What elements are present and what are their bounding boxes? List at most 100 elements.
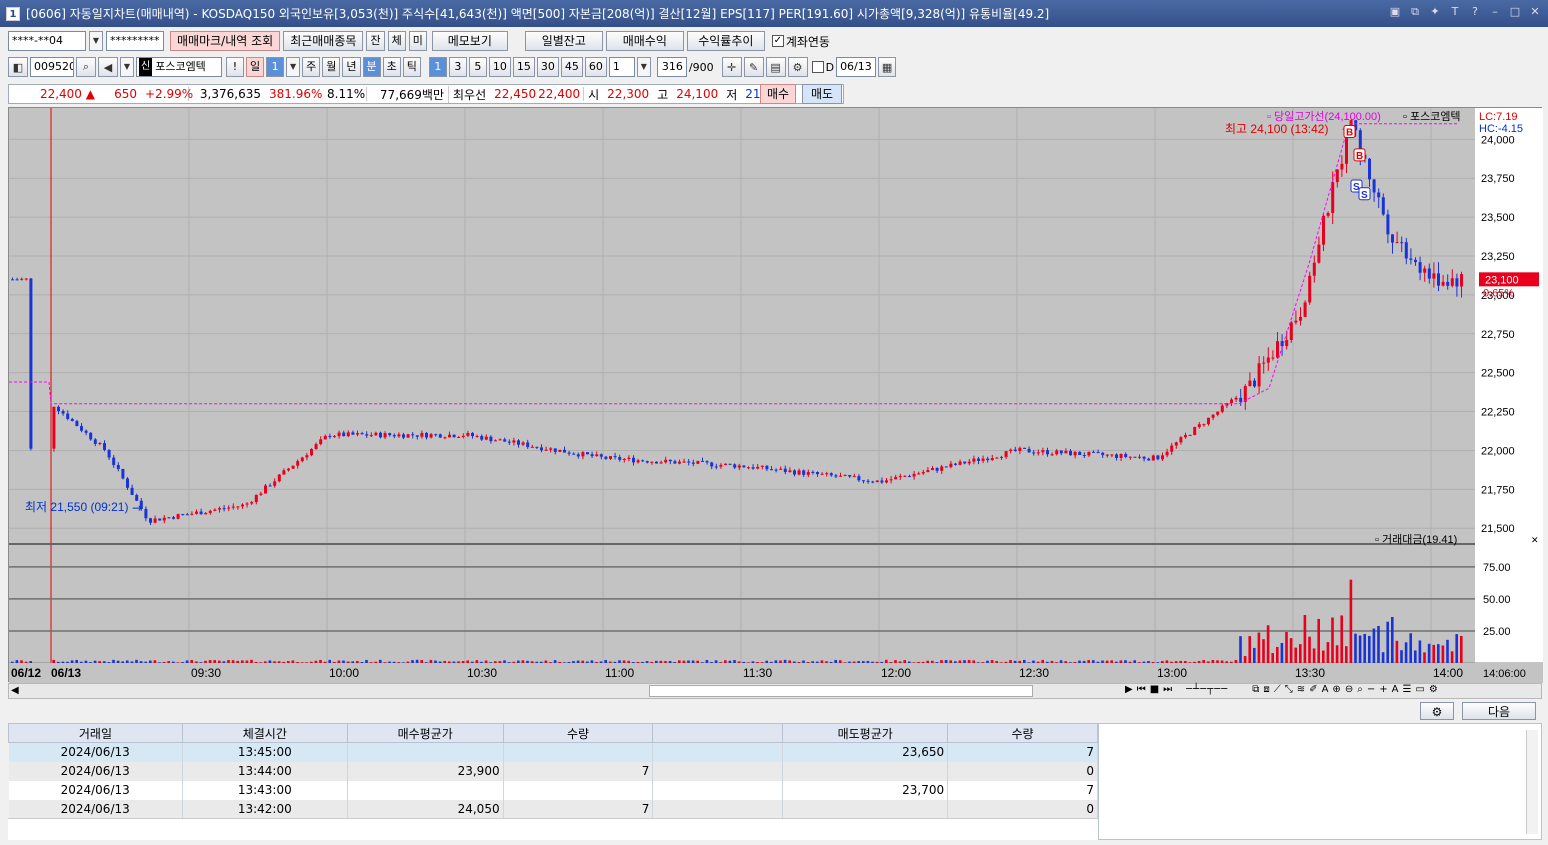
- list-icon[interactable]: ☰: [1402, 684, 1411, 695]
- period-year-button[interactable]: 년: [342, 57, 361, 77]
- info-button[interactable]: !: [226, 57, 244, 77]
- minimize-icon[interactable]: –: [1488, 4, 1502, 20]
- table-row[interactable]: 2024/06/13 13:42:00 24,050 7 0: [8, 799, 1098, 819]
- app-window: 1 [0606] 자동일지차트(매매내역) - KOSDAQ150 외국인보유[…: [0, 0, 1548, 845]
- min-opt-3[interactable]: 3: [448, 57, 467, 77]
- period-day-button[interactable]: 일: [246, 57, 265, 77]
- period-day-num[interactable]: 1: [266, 57, 285, 77]
- calendar-icon[interactable]: ▦: [878, 57, 897, 77]
- save-icon[interactable]: ▤: [765, 57, 786, 77]
- line-tool-icon[interactable]: ⟋: [1274, 684, 1281, 695]
- layout-tool-icon[interactable]: ⧉: [1252, 684, 1259, 695]
- copy-window-icon[interactable]: ⧉: [1408, 4, 1422, 20]
- copy-tool-icon[interactable]: ⧈: [1263, 684, 1269, 695]
- candle-body: [1303, 302, 1307, 317]
- stock-list-icon[interactable]: ◧: [8, 57, 28, 77]
- zoom-in-icon[interactable]: ⊕: [1332, 684, 1340, 695]
- account-link-checkbox[interactable]: ✓ 계좌연동: [771, 33, 830, 50]
- plus-icon[interactable]: +: [1379, 684, 1387, 695]
- d-checkbox[interactable]: [811, 61, 824, 73]
- chart-scrollbar[interactable]: ◀ ▶ ⏮ ■ ⏭ ─┴─┬── ⧉ ⧈ ⟋ ⤡ ≋ ✐ A ⊕ ⊖ ⌕ − +…: [8, 683, 1542, 699]
- search-icon[interactable]: ⌕: [76, 57, 96, 77]
- maximize-icon[interactable]: □: [1508, 4, 1522, 20]
- trend-tool-icon[interactable]: ⤡: [1285, 684, 1293, 695]
- col-buy-qty[interactable]: 수량: [502, 723, 654, 743]
- daily-balance-button[interactable]: 일별잔고: [524, 31, 603, 51]
- first-icon[interactable]: ⏮: [1137, 684, 1146, 695]
- col-sell-qty[interactable]: 수량: [947, 723, 1098, 743]
- draw-tool-icon[interactable]: ✎: [743, 57, 764, 77]
- fibo-tool-icon[interactable]: ≋: [1297, 684, 1305, 695]
- font-icon[interactable]: T: [1448, 4, 1462, 20]
- font-tool-icon[interactable]: A: [1392, 684, 1399, 695]
- min-opt-45[interactable]: 45: [560, 57, 583, 77]
- period-tick-button[interactable]: 틱: [402, 57, 421, 77]
- col-buy-avg[interactable]: 매수평균가: [346, 723, 504, 743]
- min-custom-input[interactable]: 1: [608, 57, 635, 77]
- min-opt-60[interactable]: 60: [584, 57, 607, 77]
- scroll-right-icon[interactable]: ▶: [1125, 684, 1133, 695]
- window-tool-icon[interactable]: ▭: [1415, 684, 1424, 695]
- settings-tool-icon[interactable]: ⚙: [1429, 684, 1438, 695]
- col-trade-date[interactable]: 거래일: [8, 723, 183, 743]
- minus-icon[interactable]: −: [1367, 684, 1375, 695]
- balance-button[interactable]: 잔: [366, 31, 385, 51]
- chart-area[interactable]: 24,000 23,750 23,500 23,250 23,000 22,750 22,5…: [8, 107, 1543, 683]
- min-custom-dropdown-icon[interactable]: ▼: [636, 57, 651, 77]
- unfilled-button[interactable]: 미: [408, 31, 427, 51]
- stock-code-input[interactable]: 009520: [30, 57, 74, 77]
- profit-trend-button[interactable]: 수익률추이: [686, 31, 765, 51]
- table-row[interactable]: 2024/06/13 13:44:00 23,900 7 0: [8, 761, 1098, 781]
- memo-button[interactable]: 메모보기: [431, 31, 508, 51]
- zoom-out-icon[interactable]: ⊖: [1345, 684, 1353, 695]
- pin-icon[interactable]: ✦: [1428, 4, 1442, 20]
- volume-bar: [944, 659, 948, 663]
- period-second-button[interactable]: 초: [382, 57, 401, 77]
- date-input[interactable]: 06/13: [836, 57, 877, 77]
- col-exec-time[interactable]: 체결시간: [181, 723, 348, 743]
- table-vscroll[interactable]: [1526, 730, 1538, 834]
- sell-button[interactable]: 매도: [802, 84, 842, 104]
- next-button[interactable]: 다음: [1462, 702, 1536, 720]
- buy-button[interactable]: 매수: [760, 84, 796, 104]
- table-row[interactable]: 2024/06/13 13:43:00 23,700 7: [8, 780, 1098, 800]
- table-row[interactable]: 2024/06/13 13:45:00 23,650 7: [8, 742, 1098, 762]
- search-tool-icon[interactable]: ⌕: [1357, 684, 1363, 695]
- account-input[interactable]: ****-**04: [8, 31, 86, 51]
- account-dropdown-icon[interactable]: ▼: [89, 31, 103, 51]
- period-month-button[interactable]: 월: [322, 57, 341, 77]
- speaker-icon[interactable]: ◀: [98, 57, 118, 77]
- text-tool-icon[interactable]: A: [1322, 684, 1329, 695]
- crosshair-icon[interactable]: ✛: [721, 57, 742, 77]
- layout-icon[interactable]: ▣: [1388, 4, 1402, 20]
- password-input[interactable]: *********: [106, 31, 164, 51]
- help-icon[interactable]: ?: [1468, 4, 1482, 20]
- period-week-button[interactable]: 주: [302, 57, 321, 77]
- min-opt-30[interactable]: 30: [536, 57, 559, 77]
- recent-trades-button[interactable]: 최근매매종목: [283, 31, 364, 51]
- candle-body: [149, 518, 152, 523]
- stock-name-field[interactable]: 신 포스코엠텍: [136, 57, 222, 77]
- executed-button[interactable]: 체: [387, 31, 406, 51]
- min-opt-5[interactable]: 5: [468, 57, 487, 77]
- last-icon[interactable]: ⏭: [1163, 684, 1172, 695]
- trade-profit-button[interactable]: 매매수익: [605, 31, 684, 51]
- count-input[interactable]: 316: [656, 57, 687, 77]
- sound-dropdown-icon[interactable]: ▼: [120, 57, 134, 77]
- close-icon[interactable]: ✕: [1528, 4, 1542, 20]
- gear-icon[interactable]: ⚙: [787, 57, 808, 77]
- marks-query-button[interactable]: 매매마크/내역 조회: [170, 31, 281, 51]
- period-minute-button[interactable]: 분: [362, 57, 381, 77]
- col-sell-avg[interactable]: 매도평균가: [782, 723, 949, 743]
- stop-icon[interactable]: ■: [1150, 684, 1159, 695]
- scroll-left-icon[interactable]: ◀: [11, 685, 19, 696]
- zoom-slider[interactable]: ─┴─┬──: [1186, 684, 1228, 695]
- scroll-thumb[interactable]: [649, 685, 1033, 697]
- period-dropdown-icon[interactable]: ▼: [286, 57, 301, 77]
- min-opt-15[interactable]: 15: [512, 57, 535, 77]
- min-opt-1[interactable]: 1: [428, 57, 447, 77]
- table-settings-button[interactable]: ⚙: [1420, 702, 1454, 720]
- min-opt-10[interactable]: 10: [488, 57, 511, 77]
- candle-chart[interactable]: 24,00023,75023,50023,25023,00022,75022,5…: [9, 108, 1543, 683]
- pen-tool-icon[interactable]: ✐: [1309, 684, 1317, 695]
